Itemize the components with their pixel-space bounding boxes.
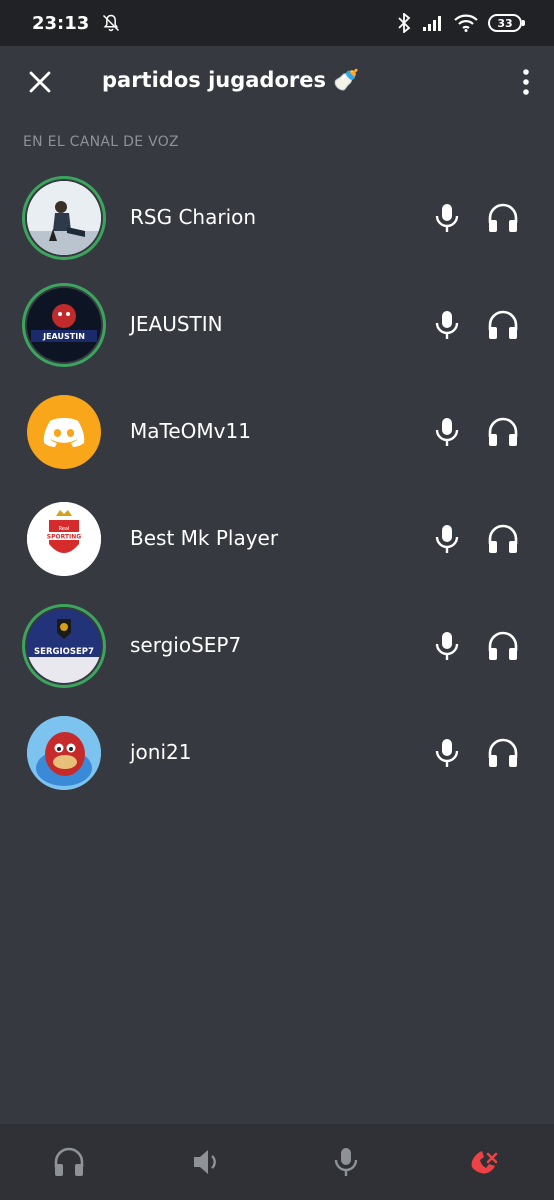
list-item[interactable]: joni21 [0, 700, 554, 807]
battery-level: 33 [497, 16, 513, 30]
list-item[interactable]: JEAUSTIN JEAUSTIN [0, 272, 554, 379]
voice-member-list: RSG Charion JEAUSTIN JEAUSTIN MaTeOMv11 … [0, 165, 554, 807]
channel-title: partidos jugadores 🍼 [102, 68, 360, 92]
speaker-icon [194, 1150, 216, 1174]
status-bar: 23:13 33 [0, 0, 554, 46]
notifications-muted-icon [103, 14, 120, 32]
member-name: sergioSEP7 [130, 633, 242, 657]
discord-default-avatar [27, 395, 101, 469]
member-name: MaTeOMv11 [130, 419, 251, 443]
avatar-ring [22, 711, 106, 795]
bluetooth-icon [398, 13, 411, 33]
channel-header: partidos jugadores 🍼 [0, 46, 554, 118]
headset-icon[interactable] [487, 631, 519, 661]
member-name: joni21 [130, 740, 192, 764]
microphone-icon[interactable] [434, 417, 460, 447]
headset-icon [54, 1147, 84, 1176]
speaking-ring: JEAUSTIN [22, 283, 106, 367]
headset-icon[interactable] [487, 417, 519, 447]
deafen-button[interactable] [51, 1144, 87, 1180]
list-item[interactable]: Real SPORTING Best Mk Player [0, 486, 554, 593]
speaking-ring [22, 176, 106, 260]
disconnect-button[interactable] [466, 1144, 502, 1180]
hangup-icon [471, 1151, 498, 1174]
mute-button[interactable] [328, 1144, 364, 1180]
avatar-ring: Real SPORTING [22, 497, 106, 581]
avatar-ring [22, 390, 106, 474]
battery-icon: 33 [488, 14, 525, 32]
headset-icon[interactable] [487, 310, 519, 340]
voice-controls-bar [0, 1124, 554, 1200]
speaker-button[interactable] [189, 1144, 225, 1180]
avatar [27, 181, 101, 255]
voice-channel-section-label: EN EL CANAL DE VOZ [23, 134, 179, 150]
status-time: 23:13 [32, 12, 90, 34]
discord-logo-icon [43, 418, 85, 447]
microphone-icon [334, 1148, 358, 1176]
member-name: RSG Charion [130, 205, 257, 229]
microphone-icon[interactable] [434, 203, 460, 233]
close-icon[interactable] [26, 68, 54, 96]
avatar: JEAUSTIN [27, 288, 101, 362]
more-options-icon[interactable] [520, 68, 532, 96]
avatar [27, 716, 101, 790]
avatar: SERGIOSEP7 [27, 609, 101, 683]
member-name: Best Mk Player [130, 526, 279, 550]
signal-icon [423, 16, 441, 31]
wifi-icon [454, 14, 478, 32]
speaking-ring: SERGIOSEP7 [22, 604, 106, 688]
avatar-text: SERGIOSEP7 [34, 647, 94, 657]
microphone-icon[interactable] [434, 524, 460, 554]
avatar-text: Real [59, 526, 70, 532]
avatar-text: SPORTING [47, 534, 82, 541]
headset-icon[interactable] [487, 524, 519, 554]
list-item[interactable]: SERGIOSEP7 sergioSEP7 [0, 593, 554, 700]
member-name: JEAUSTIN [130, 312, 223, 336]
list-item[interactable]: RSG Charion [0, 165, 554, 272]
list-item[interactable]: MaTeOMv11 [0, 379, 554, 486]
avatar: Real SPORTING [27, 502, 101, 576]
headset-icon[interactable] [487, 203, 519, 233]
microphone-icon[interactable] [434, 310, 460, 340]
microphone-icon[interactable] [434, 631, 460, 661]
microphone-icon[interactable] [434, 738, 460, 768]
headset-icon[interactable] [487, 738, 519, 768]
avatar-text: JEAUSTIN [42, 332, 85, 341]
status-icons: 33 [396, 13, 525, 33]
